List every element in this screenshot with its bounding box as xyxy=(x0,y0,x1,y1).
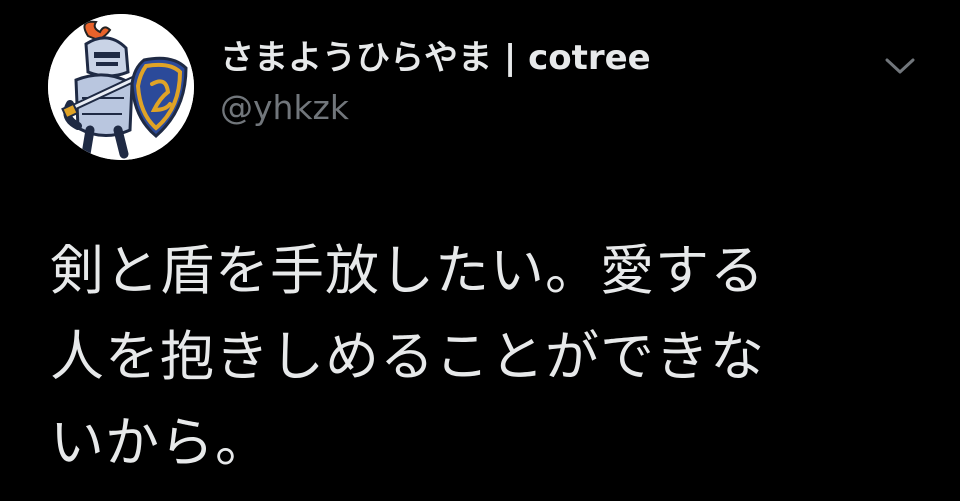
tweet-text-line: いから。 xyxy=(50,411,270,474)
avatar[interactable] xyxy=(48,14,194,160)
tweet-text: 剣と盾を手放したい。愛する 人を抱きしめることができな いから。 xyxy=(50,228,910,486)
author-block: さまようひらやま | cotree @yhkzk xyxy=(220,36,651,130)
more-options-button[interactable] xyxy=(872,46,928,86)
tweet-card: さまようひらやま | cotree @yhkzk 剣と盾を手放したい。愛する 人… xyxy=(0,0,960,501)
knight-avatar-icon xyxy=(48,14,194,160)
display-name[interactable]: さまようひらやま | cotree xyxy=(220,36,651,80)
user-handle[interactable]: @yhkzk xyxy=(220,86,651,130)
tweet-text-line: 人を抱きしめることができな xyxy=(50,325,765,388)
chevron-down-icon xyxy=(885,58,915,74)
tweet-text-line: 剣と盾を手放したい。愛する xyxy=(50,239,765,302)
